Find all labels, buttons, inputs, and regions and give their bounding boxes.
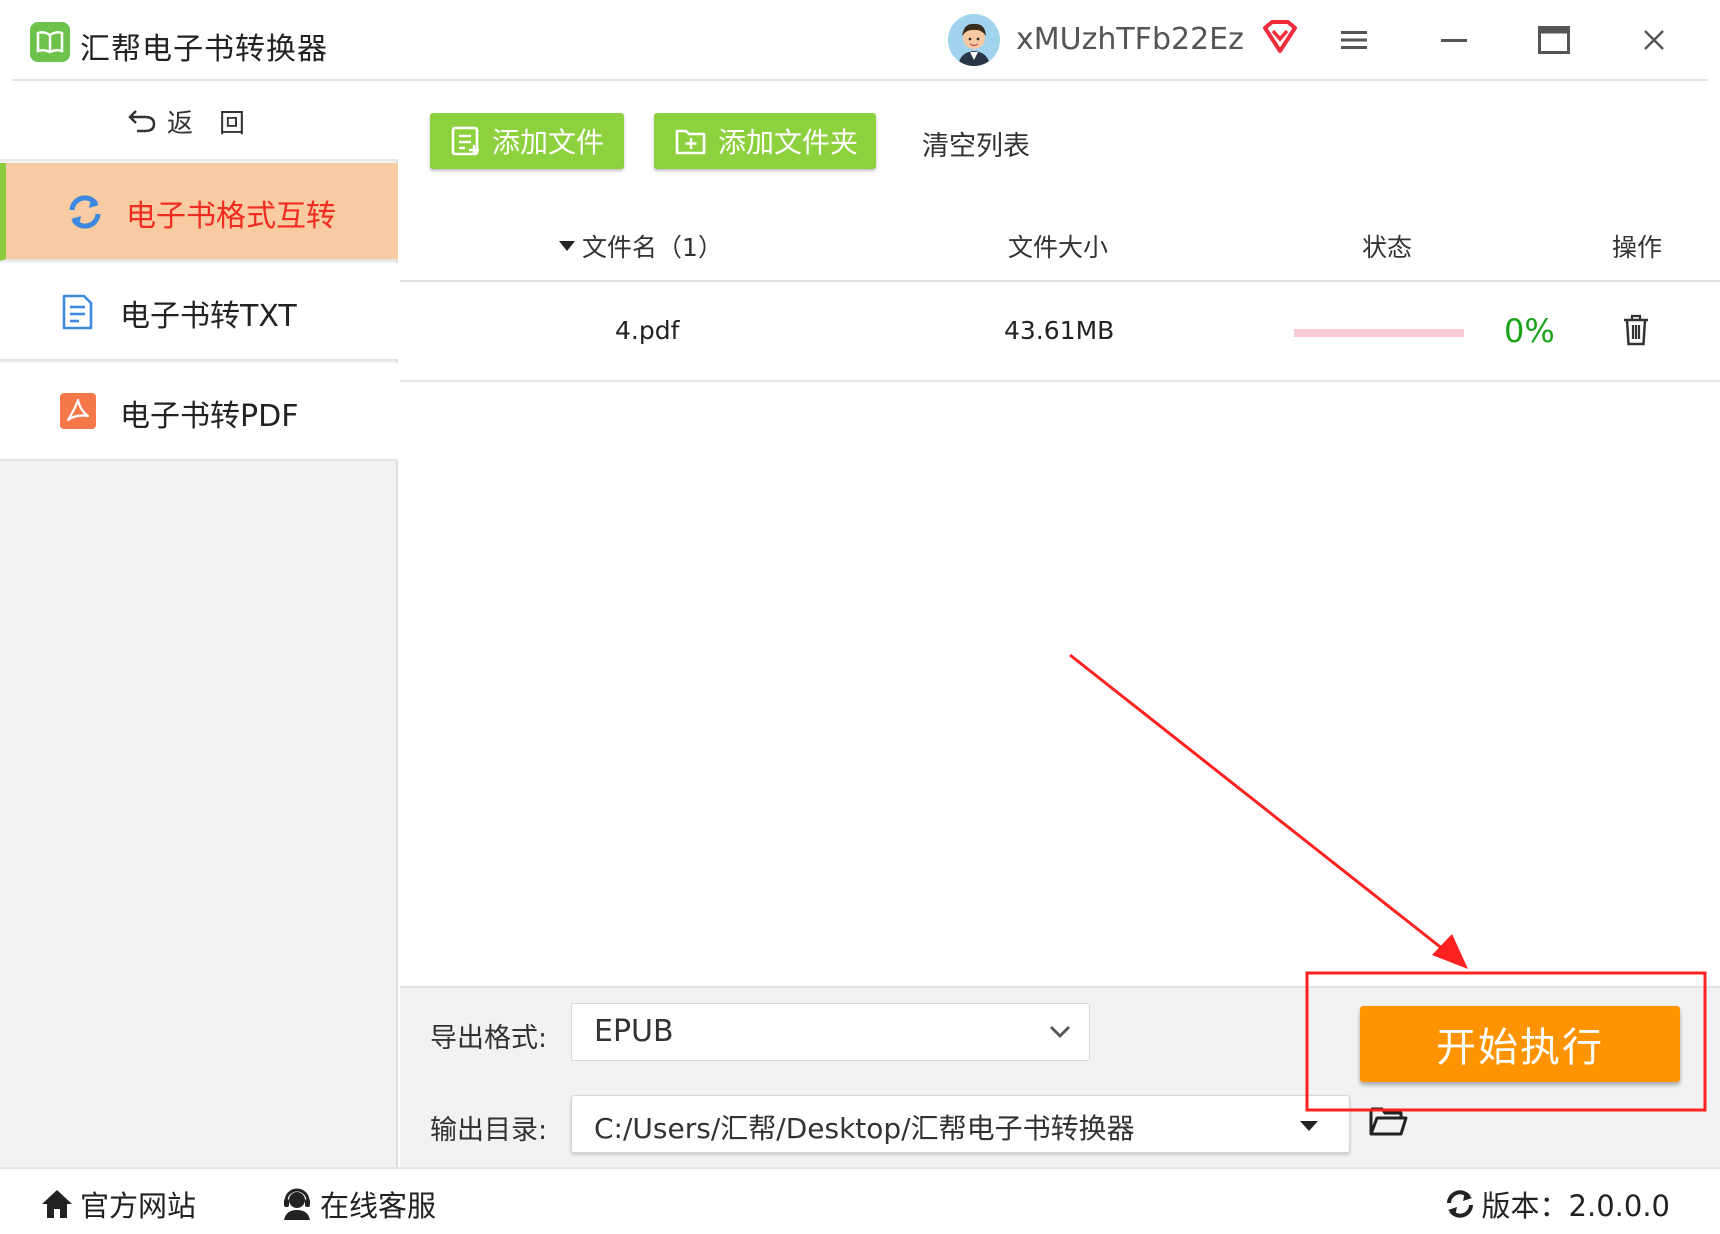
sidebar-item-label: 电子书转PDF [120, 399, 299, 434]
file-name: 4.pdf [615, 316, 680, 345]
app-logo-icon [30, 22, 70, 62]
annotation-arrow-head [1432, 934, 1468, 969]
add-folder-button[interactable]: 添加文件夹 [654, 113, 876, 169]
menu-icon[interactable] [1330, 18, 1378, 62]
official-website-link[interactable]: 官方网站 [40, 1183, 196, 1225]
chevron-down-icon [1050, 1026, 1070, 1038]
add-file-icon [451, 126, 479, 156]
export-format-select[interactable]: EPUB [571, 1003, 1090, 1061]
user-avatar[interactable] [948, 14, 1000, 66]
sidebar: 返回 电子书格式互转 电子书转TXT 电子书转PDF [0, 83, 398, 1167]
document-icon [60, 293, 98, 331]
back-button[interactable]: 返回 [0, 83, 398, 161]
sort-down-icon [559, 241, 575, 251]
refresh-icon [1446, 1190, 1473, 1218]
pdf-icon [60, 393, 98, 431]
start-button[interactable]: 开始执行 [1360, 1006, 1680, 1082]
progress-percent: 0% [1504, 312, 1555, 350]
refresh-icon [66, 193, 104, 231]
output-dir-select[interactable]: C:/Users/汇帮/Desktop/汇帮电子书转换器 [571, 1095, 1350, 1153]
sidebar-item-label: 电子书转TXT [120, 299, 297, 334]
username[interactable]: xMUzhTFb22Ez [1016, 22, 1244, 57]
version-label: 版本：2.0.0.0 [1481, 1189, 1670, 1223]
progress-bar [1294, 329, 1464, 337]
maximize-icon[interactable] [1530, 18, 1578, 62]
title-bar: 汇帮电子书转换器 xMUzhTFb22Ez [12, 0, 1708, 81]
file-size: 43.61MB [1004, 316, 1115, 345]
export-format-label: 导出格式: [430, 1023, 548, 1054]
dropdown-triangle-icon [1300, 1121, 1318, 1131]
sidebar-item-label: 电子书格式互转 [126, 199, 336, 234]
clear-list-button[interactable]: 清空列表 [922, 124, 1030, 163]
online-support-link[interactable]: 在线客服 [280, 1183, 436, 1225]
output-dir-label: 输出目录: [430, 1115, 548, 1146]
back-label: 返回 [166, 108, 271, 139]
add-folder-label: 添加文件夹 [718, 126, 859, 159]
file-table-header: 文件名（1） 文件大小 状态 操作 [400, 208, 1720, 282]
delete-trash-icon[interactable] [1622, 314, 1650, 350]
official-website-label: 官方网站 [80, 1189, 197, 1223]
add-file-button[interactable]: 添加文件 [430, 113, 624, 169]
minimize-icon[interactable] [1430, 18, 1478, 62]
close-icon[interactable] [1630, 18, 1678, 62]
back-arrow-icon [128, 110, 156, 133]
column-header-size: 文件大小 [1008, 233, 1109, 262]
export-format-value: EPUB [594, 1014, 674, 1049]
column-header-name[interactable]: 文件名（1） [558, 228, 723, 264]
app-window: 汇帮电子书转换器 xMUzhTFb22Ez 返回 电子书格式互转 电子书转TXT… [0, 0, 1720, 1234]
add-file-label: 添加文件 [492, 126, 605, 159]
column-header-name-label: 文件名（1） [582, 233, 723, 262]
app-title: 汇帮电子书转换器 [80, 32, 328, 67]
version-info: 版本：2.0.0.0 [1444, 1183, 1670, 1225]
online-support-label: 在线客服 [320, 1189, 437, 1223]
output-dir-value: C:/Users/汇帮/Desktop/汇帮电子书转换器 [594, 1112, 1135, 1145]
headset-support-icon [284, 1188, 310, 1220]
add-folder-icon [675, 129, 706, 155]
table-row[interactable]: 4.pdf 43.61MB 0% [400, 284, 1720, 382]
annotation-arrow [1069, 653, 1459, 963]
open-folder-icon[interactable] [1368, 1104, 1408, 1142]
sidebar-item-to-txt[interactable]: 电子书转TXT [0, 263, 398, 361]
vip-diamond-icon[interactable] [1262, 20, 1298, 58]
sidebar-item-format-convert[interactable]: 电子书格式互转 [0, 163, 398, 261]
column-header-action: 操作 [1612, 233, 1663, 262]
column-header-status: 状态 [1362, 233, 1413, 262]
status-bar: 官方网站 在线客服 版本：2.0.0.0 [0, 1167, 1720, 1234]
sidebar-item-to-pdf[interactable]: 电子书转PDF [0, 363, 398, 461]
home-icon [42, 1190, 72, 1218]
